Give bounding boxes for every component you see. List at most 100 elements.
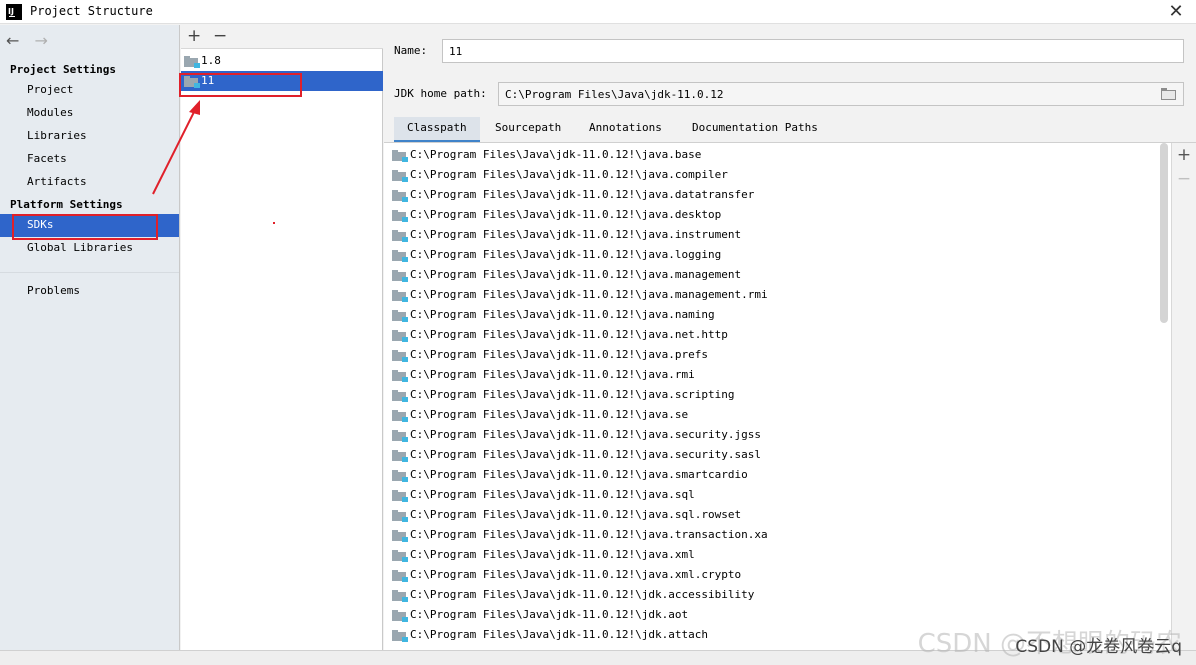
module-folder-icon — [392, 370, 408, 382]
sdk-name-field[interactable]: 11 — [442, 39, 1184, 63]
sdk-list-panel: + − 1.8 11 — [181, 25, 383, 665]
browse-folder-icon[interactable] — [1161, 88, 1177, 100]
tab-documentation-paths[interactable]: Documentation Paths — [679, 117, 831, 143]
module-folder-icon — [392, 310, 408, 322]
classpath-entry-label: C:\Program Files\Java\jdk-11.0.12!\java.… — [410, 468, 748, 481]
classpath-entry-label: C:\Program Files\Java\jdk-11.0.12!\java.… — [410, 508, 742, 521]
module-folder-icon — [392, 210, 408, 222]
sidebar-item-project[interactable]: Project — [27, 83, 73, 96]
classpath-entry-label: C:\Program Files\Java\jdk-11.0.12!\java.… — [410, 448, 761, 461]
classpath-row[interactable]: C:\Program Files\Java\jdk-11.0.12!\java.… — [384, 425, 1171, 445]
classpath-list[interactable]: C:\Program Files\Java\jdk-11.0.12!\java.… — [384, 143, 1172, 665]
classpath-entry-label: C:\Program Files\Java\jdk-11.0.12!\java.… — [410, 488, 695, 501]
sdk-list-toolbar: + − — [181, 25, 383, 49]
sidebar-item-libraries[interactable]: Libraries — [27, 129, 87, 142]
platform-settings-header: Platform Settings — [10, 198, 123, 211]
jdk-home-path-label: JDK home path: — [394, 87, 487, 100]
classpath-row[interactable]: C:\Program Files\Java\jdk-11.0.12!\java.… — [384, 245, 1171, 265]
classpath-row[interactable]: C:\Program Files\Java\jdk-11.0.12!\java.… — [384, 545, 1171, 565]
add-sdk-button[interactable]: + — [187, 26, 201, 46]
classpath-scrollbar[interactable] — [1160, 143, 1168, 323]
sdk-folder-icon — [184, 56, 200, 68]
classpath-row[interactable]: C:\Program Files\Java\jdk-11.0.12!\java.… — [384, 265, 1171, 285]
classpath-entry-label: C:\Program Files\Java\jdk-11.0.12!\jdk.a… — [410, 588, 755, 601]
back-arrow-icon[interactable]: ← — [6, 31, 19, 50]
jdk-home-path-value: C:\Program Files\Java\jdk-11.0.12 — [505, 88, 724, 101]
classpath-entry-label: C:\Program Files\Java\jdk-11.0.12!\java.… — [410, 168, 728, 181]
module-folder-icon — [392, 490, 408, 502]
classpath-row[interactable]: C:\Program Files\Java\jdk-11.0.12!\java.… — [384, 285, 1171, 305]
classpath-row[interactable]: C:\Program Files\Java\jdk-11.0.12!\java.… — [384, 485, 1171, 505]
module-folder-icon — [392, 630, 408, 642]
module-folder-icon — [392, 250, 408, 262]
classpath-row[interactable]: C:\Program Files\Java\jdk-11.0.12!\java.… — [384, 385, 1171, 405]
module-folder-icon — [392, 170, 408, 182]
module-folder-icon — [392, 510, 408, 522]
remove-classpath-button[interactable]: − — [1176, 169, 1192, 193]
classpath-entry-label: C:\Program Files\Java\jdk-11.0.12!\java.… — [410, 348, 709, 361]
sidebar-item-global-libraries[interactable]: Global Libraries — [27, 241, 133, 254]
classpath-row[interactable]: C:\Program Files\Java\jdk-11.0.12!\java.… — [384, 145, 1171, 165]
window-title: Project Structure — [30, 4, 153, 18]
module-folder-icon — [392, 270, 408, 282]
classpath-row[interactable]: C:\Program Files\Java\jdk-11.0.12!\java.… — [384, 445, 1171, 465]
classpath-entry-label: C:\Program Files\Java\jdk-11.0.12!\java.… — [410, 208, 722, 221]
classpath-side-toolbar: + − — [1176, 145, 1192, 193]
module-folder-icon — [392, 590, 408, 602]
classpath-entry-label: C:\Program Files\Java\jdk-11.0.12!\java.… — [410, 268, 742, 281]
classpath-entry-label: C:\Program Files\Java\jdk-11.0.12!\java.… — [410, 388, 735, 401]
nav-arrows: ← → — [6, 31, 58, 50]
classpath-row[interactable]: C:\Program Files\Java\jdk-11.0.12!\java.… — [384, 365, 1171, 385]
classpath-entry-label: C:\Program Files\Java\jdk-11.0.12!\jdk.a… — [410, 608, 689, 621]
module-folder-icon — [392, 230, 408, 242]
sidebar-item-modules[interactable]: Modules — [27, 106, 73, 119]
classpath-entry-label: C:\Program Files\Java\jdk-11.0.12!\java.… — [410, 368, 695, 381]
classpath-entry-label: C:\Program Files\Java\jdk-11.0.12!\java.… — [410, 228, 742, 241]
classpath-row[interactable]: C:\Program Files\Java\jdk-11.0.12!\java.… — [384, 345, 1171, 365]
sidebar-item-artifacts[interactable]: Artifacts — [27, 175, 87, 188]
classpath-entry-label: C:\Program Files\Java\jdk-11.0.12!\java.… — [410, 308, 715, 321]
module-folder-icon — [392, 390, 408, 402]
classpath-row[interactable]: C:\Program Files\Java\jdk-11.0.12!\java.… — [384, 405, 1171, 425]
classpath-entry-label: C:\Program Files\Java\jdk-11.0.12!\jdk.a… — [410, 628, 709, 641]
classpath-row[interactable]: C:\Program Files\Java\jdk-11.0.12!\java.… — [384, 205, 1171, 225]
sidebar-item-problems[interactable]: Problems — [27, 284, 80, 297]
classpath-row[interactable]: C:\Program Files\Java\jdk-11.0.12!\java.… — [384, 505, 1171, 525]
classpath-row[interactable]: C:\Program Files\Java\jdk-11.0.12!\java.… — [384, 305, 1171, 325]
classpath-entry-label: C:\Program Files\Java\jdk-11.0.12!\java.… — [410, 148, 702, 161]
forward-arrow-icon[interactable]: → — [35, 31, 48, 50]
classpath-row[interactable]: C:\Program Files\Java\jdk-11.0.12!\java.… — [384, 325, 1171, 345]
classpath-row[interactable]: C:\Program Files\Java\jdk-11.0.12!\java.… — [384, 185, 1171, 205]
classpath-entry-label: C:\Program Files\Java\jdk-11.0.12!\java.… — [410, 568, 742, 581]
annotation-box-sdk-11 — [179, 73, 302, 97]
classpath-entry-label: C:\Program Files\Java\jdk-11.0.12!\java.… — [410, 528, 768, 541]
title-bar: IJ Project Structure ✕ — [0, 0, 1196, 24]
classpath-row[interactable]: C:\Program Files\Java\jdk-11.0.12!\java.… — [384, 525, 1171, 545]
module-folder-icon — [392, 150, 408, 162]
classpath-row[interactable]: C:\Program Files\Java\jdk-11.0.12!\java.… — [384, 565, 1171, 585]
module-folder-icon — [392, 330, 408, 342]
classpath-row[interactable]: C:\Program Files\Java\jdk-11.0.12!\java.… — [384, 465, 1171, 485]
module-folder-icon — [392, 190, 408, 202]
remove-sdk-button[interactable]: − — [213, 26, 227, 46]
add-classpath-button[interactable]: + — [1176, 145, 1192, 169]
classpath-row[interactable]: C:\Program Files\Java\jdk-11.0.12!\jdk.a… — [384, 585, 1171, 605]
classpath-row[interactable]: C:\Program Files\Java\jdk-11.0.12!\jdk.a… — [384, 605, 1171, 625]
tab-annotations[interactable]: Annotations — [576, 117, 675, 143]
classpath-row[interactable]: C:\Program Files\Java\jdk-11.0.12!\java.… — [384, 165, 1171, 185]
classpath-entry-label: C:\Program Files\Java\jdk-11.0.12!\java.… — [410, 408, 689, 421]
sidebar-item-facets[interactable]: Facets — [27, 152, 67, 165]
module-folder-icon — [392, 350, 408, 362]
sdk-detail-panel: Name: 11 JDK home path: C:\Program Files… — [384, 25, 1196, 665]
classpath-entry-label: C:\Program Files\Java\jdk-11.0.12!\java.… — [410, 428, 761, 441]
sdk-item-1-8[interactable]: 1.8 — [181, 51, 383, 71]
module-folder-icon — [392, 570, 408, 582]
close-icon[interactable]: ✕ — [1166, 2, 1186, 22]
classpath-entry-label: C:\Program Files\Java\jdk-11.0.12!\java.… — [410, 288, 768, 301]
classpath-row[interactable]: C:\Program Files\Java\jdk-11.0.12!\java.… — [384, 225, 1171, 245]
annotation-dot — [273, 222, 275, 224]
jdk-home-path-field[interactable]: C:\Program Files\Java\jdk-11.0.12 — [498, 82, 1184, 106]
tab-sourcepath[interactable]: Sourcepath — [482, 117, 574, 143]
tab-classpath[interactable]: Classpath — [394, 117, 480, 143]
classpath-entry-label: C:\Program Files\Java\jdk-11.0.12!\java.… — [410, 328, 728, 341]
